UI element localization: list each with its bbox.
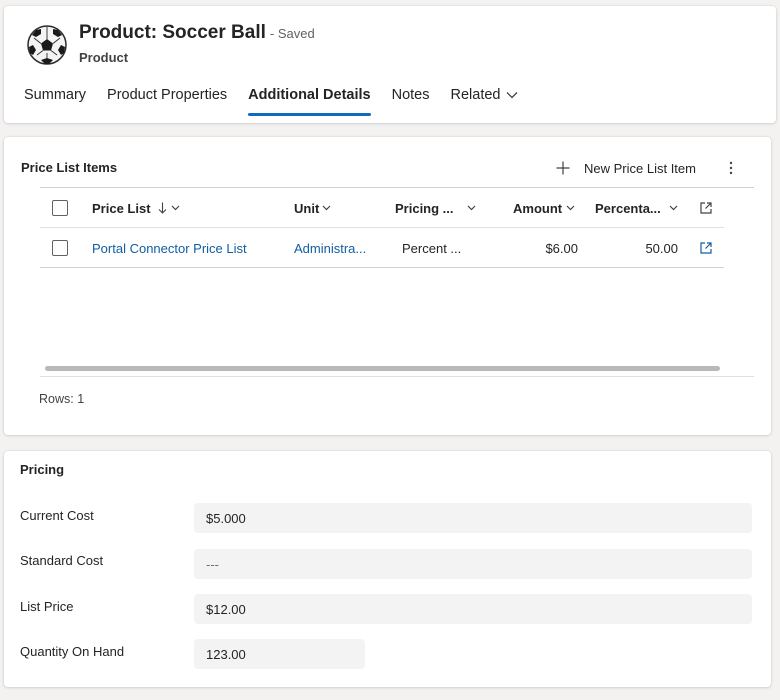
- new-price-list-item-label: New Price List Item: [584, 160, 696, 176]
- row-count: Rows: 1: [39, 392, 85, 406]
- select-all-cell: [52, 188, 68, 228]
- chevron-down-icon: [467, 205, 476, 211]
- more-options-icon[interactable]: [726, 159, 736, 177]
- tab-list: Summary Product Properties Additional De…: [24, 86, 539, 118]
- column-header-percentage[interactable]: Percenta...: [595, 188, 681, 228]
- record-header: Product: Soccer Ball - Saved Product Summ…: [4, 6, 776, 123]
- save-status: - Saved: [269, 26, 315, 41]
- grid-footer-divider: [40, 376, 754, 377]
- sort-descending-icon: [158, 202, 166, 214]
- plus-icon: [556, 161, 570, 175]
- current-cost-field[interactable]: $5.000: [194, 503, 752, 533]
- table-row[interactable]: Portal Connector Price List Administra..…: [40, 228, 724, 268]
- record-title-text: Product: Soccer Ball: [79, 22, 266, 43]
- horizontal-scrollbar[interactable]: [40, 363, 722, 377]
- tab-product-properties[interactable]: Product Properties: [107, 86, 227, 116]
- column-label: Percenta...: [595, 200, 661, 216]
- quantity-on-hand-field[interactable]: 123.00: [194, 639, 365, 669]
- standard-cost-field[interactable]: ---: [194, 549, 752, 579]
- column-header-amount[interactable]: Amount: [513, 188, 575, 228]
- section-title: Pricing: [20, 462, 65, 477]
- tab-notes[interactable]: Notes: [392, 86, 430, 116]
- tab-summary[interactable]: Summary: [24, 86, 86, 116]
- record-title: Product: Soccer Ball - Saved: [79, 22, 315, 44]
- column-header-pricing[interactable]: Pricing ...: [395, 188, 480, 228]
- chevron-down-icon: [506, 86, 518, 104]
- column-label: Pricing ...: [395, 200, 454, 216]
- price-list-items-section: Price List Items New Price List Item Pri…: [4, 137, 771, 435]
- select-all-checkbox[interactable]: [52, 200, 68, 216]
- list-price-field[interactable]: $12.00: [194, 594, 752, 624]
- row-checkbox[interactable]: [52, 240, 68, 256]
- pricing-section: Pricing Current Cost $5.000 Standard Cos…: [4, 451, 771, 687]
- price-list-link[interactable]: Portal Connector Price List: [92, 228, 247, 268]
- list-price-label: List Price: [20, 599, 74, 614]
- tab-additional-details[interactable]: Additional Details: [248, 86, 372, 116]
- chevron-down-icon: [566, 205, 575, 211]
- percentage-cell: 50.00: [645, 240, 678, 256]
- row-select-cell: [52, 228, 68, 268]
- open-in-new-window-icon[interactable]: [700, 188, 712, 228]
- chevron-down-icon: [171, 205, 179, 211]
- tab-related[interactable]: Related: [451, 86, 519, 116]
- tab-related-label: Related: [450, 87, 501, 103]
- quantity-on-hand-label: Quantity On Hand: [20, 644, 125, 659]
- amount-cell: $6.00: [545, 240, 578, 256]
- column-label: Amount: [513, 200, 563, 216]
- section-title: Price List Items: [21, 160, 118, 175]
- new-price-list-item-button[interactable]: New Price List Item: [556, 158, 696, 178]
- chevron-down-icon: [322, 205, 331, 211]
- scrollbar-thumb[interactable]: [45, 366, 720, 371]
- column-header-unit[interactable]: Unit: [294, 188, 331, 228]
- open-record-icon[interactable]: [700, 228, 712, 268]
- entity-type-label: Product: [79, 50, 129, 65]
- standard-cost-label: Standard Cost: [20, 553, 104, 568]
- chevron-down-icon: [669, 205, 678, 211]
- column-header-price-list[interactable]: Price List: [92, 188, 180, 228]
- soccer-ball-icon: [24, 22, 70, 68]
- unit-link[interactable]: Administra...: [294, 228, 366, 268]
- grid-header-row: Price List Unit Pricing ... Amount Perce…: [40, 188, 724, 228]
- pricing-method-cell: Percent ...: [402, 240, 462, 256]
- column-label: Unit: [294, 200, 320, 216]
- current-cost-label: Current Cost: [20, 508, 94, 523]
- column-label: Price List: [92, 200, 151, 216]
